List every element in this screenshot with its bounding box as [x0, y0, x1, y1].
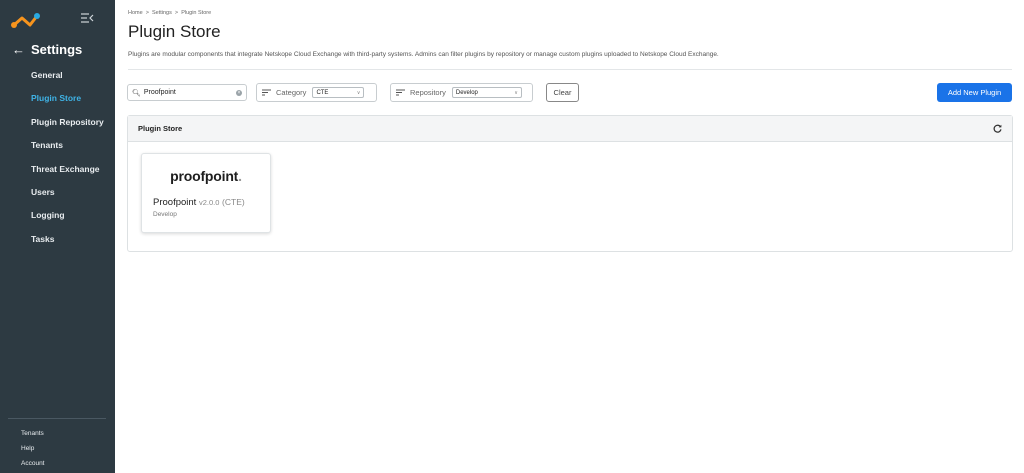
add-new-plugin-button[interactable]: Add New Plugin — [937, 83, 1012, 102]
settings-back-link[interactable]: ← Settings — [12, 42, 82, 57]
netskope-logo[interactable] — [10, 12, 42, 30]
chevron-down-icon: ∨ — [356, 89, 361, 96]
main-content: Home > Settings > Plugin Store Plugin St… — [115, 0, 1024, 473]
footer-item-account[interactable]: Account — [21, 460, 45, 473]
sidebar-item-tenants[interactable]: Tenants — [31, 140, 104, 163]
settings-nav: General Plugin Store Plugin Repository T… — [31, 70, 104, 257]
search-icon: 🔍︎ — [132, 89, 141, 97]
repository-select-value: Develop — [455, 89, 478, 96]
sidebar-item-logging[interactable]: Logging — [31, 210, 104, 233]
clear-filters-button[interactable]: Clear — [546, 83, 579, 102]
sidebar-item-tasks[interactable]: Tasks — [31, 234, 104, 257]
plugin-card-proofpoint[interactable]: proofpoint. Proofpoint v2.0.0 (CTE) Deve… — [141, 153, 271, 233]
plugin-repository: Develop — [153, 211, 177, 218]
filter-icon — [396, 89, 405, 96]
footer-item-tenants[interactable]: Tenants — [21, 430, 45, 445]
search-input[interactable]: 🔍︎ Proofpoint × — [127, 84, 247, 101]
category-select[interactable]: CTE ∨ — [312, 87, 365, 98]
search-input-value[interactable]: Proofpoint — [144, 89, 236, 96]
settings-title: Settings — [31, 42, 83, 57]
plugin-version: v2.0.0 — [198, 198, 220, 207]
plugin-store-panel: Plugin Store proofpoint. Proofpoint v2.0… — [127, 115, 1013, 252]
proofpoint-logo: proofpoint. — [170, 168, 242, 184]
filter-icon — [262, 89, 271, 96]
repository-filter: Repository Develop ∨ — [390, 83, 533, 102]
plugin-store-header: Plugin Store — [128, 116, 1012, 142]
plugin-name: Proofpoint v2.0.0 (CTE) — [153, 197, 245, 208]
sidebar-item-plugin-store[interactable]: Plugin Store — [31, 93, 104, 116]
sidebar-item-threat-exchange[interactable]: Threat Exchange — [31, 164, 104, 187]
sidebar-item-plugin-repository[interactable]: Plugin Repository — [31, 117, 104, 140]
plugin-category: (CTE) — [222, 197, 245, 207]
page-title: Plugin Store — [128, 22, 221, 41]
sidebar-footer: Tenants Help Account — [21, 430, 45, 473]
refresh-icon[interactable] — [993, 124, 1002, 133]
repository-filter-label: Repository — [410, 88, 446, 97]
header-divider — [128, 69, 1012, 70]
plugin-store-header-title: Plugin Store — [138, 124, 183, 133]
repository-select[interactable]: Develop ∨ — [451, 87, 522, 98]
footer-item-help[interactable]: Help — [21, 445, 45, 460]
category-filter-label: Category — [276, 88, 307, 97]
sidebar-divider — [8, 418, 106, 419]
breadcrumb[interactable]: Home > Settings > Plugin Store — [128, 10, 211, 16]
page-description: Plugins are modular components that inte… — [128, 51, 719, 58]
menu-collapse-icon[interactable] — [80, 12, 94, 24]
category-select-value: CTE — [316, 89, 329, 96]
category-filter: Category CTE ∨ — [256, 83, 377, 102]
back-arrow-icon: ← — [12, 42, 25, 57]
clear-search-icon[interactable]: × — [236, 89, 242, 96]
sidebar-item-general[interactable]: General — [31, 70, 104, 93]
plugin-title: Proofpoint — [153, 197, 197, 208]
sidebar: ← Settings General Plugin Store Plugin R… — [0, 0, 115, 473]
chevron-down-icon: ∨ — [514, 89, 518, 96]
sidebar-item-users[interactable]: Users — [31, 187, 104, 210]
